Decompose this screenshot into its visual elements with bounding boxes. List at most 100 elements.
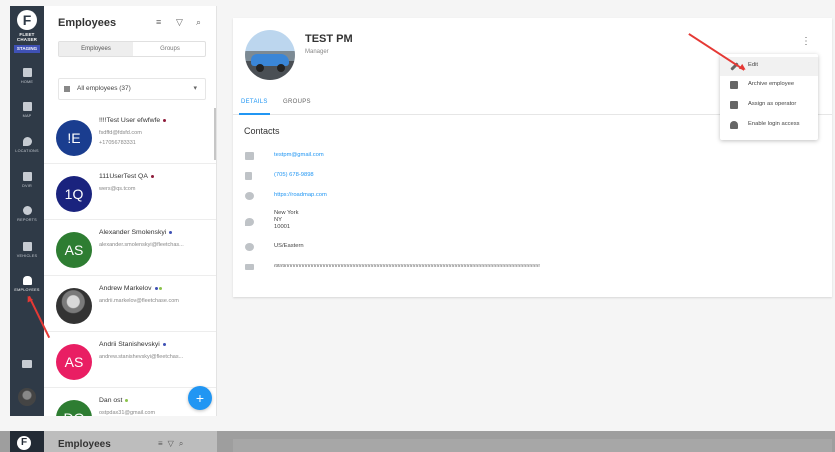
reports-icon — [22, 206, 32, 215]
menu-item-assign-operator[interactable]: Assign as operator — [720, 96, 818, 115]
group-dot — [169, 230, 173, 234]
phone-icon — [245, 172, 252, 180]
menu-item-archive-label: Archive employee — [748, 81, 795, 87]
contact-state: NY — [274, 217, 283, 223]
contact-notes: rtrtrrtrrrrrrrrrrrrrrrrrrrrrrrrrrrrrrrrr… — [274, 263, 540, 268]
avatar — [56, 288, 92, 324]
logo: F FLEET CHASER STAGING — [10, 10, 44, 53]
employee-name-title: TEST PM — [305, 33, 353, 45]
nav-vehicles-label: VEHICLES — [16, 254, 38, 258]
fleetchaser-logo-icon: F — [17, 436, 31, 450]
employee-name-row: Dan ost — [99, 397, 129, 404]
employee-email: andrii.markelov@fleetchase.com — [99, 298, 179, 304]
filter-value: All employees (37) — [77, 85, 131, 92]
nav-locations[interactable]: LOCATIONS — [10, 137, 44, 153]
email-icon — [245, 152, 254, 160]
employees-groups-toggle: Employees Groups — [58, 41, 206, 57]
nav-map[interactable]: MAP — [10, 102, 44, 118]
list-scrollbar[interactable] — [214, 108, 216, 160]
contact-phone[interactable]: (705) 678-9898 — [274, 172, 314, 178]
filter-icon[interactable]: ▽ — [176, 17, 183, 28]
clipboard-icon — [22, 172, 32, 181]
tab-details[interactable]: DETAILS — [239, 99, 270, 115]
search-icon[interactable]: ⌕ — [196, 17, 201, 28]
menu-item-edit[interactable]: Edit — [720, 57, 818, 76]
map-icon — [22, 102, 32, 111]
employee-name: Dan ost — [99, 397, 123, 404]
employee-name: !!!!Test User efwfwfe — [99, 117, 161, 124]
employee-row[interactable]: Andrew Markelov andrii.markelov@fleetcha… — [44, 276, 216, 332]
segment-groups[interactable]: Groups — [133, 42, 207, 56]
avatar: !E — [56, 120, 92, 156]
employee-email: andrew.stanishevskyi@fleetchas... — [99, 354, 184, 360]
menu-item-enable-login[interactable]: Enable login access — [720, 116, 818, 135]
nav-reports[interactable]: REPORTS — [10, 206, 44, 222]
menu-item-archive[interactable]: Archive employee — [720, 76, 818, 95]
location-icon — [245, 218, 254, 226]
nav-dvir-label: DVIR — [22, 184, 32, 188]
menu-item-assign-operator-label: Assign as operator — [748, 101, 797, 107]
fleetchaser-logo-icon: F — [17, 10, 37, 30]
user-avatar[interactable] — [18, 388, 36, 406]
wheel — [256, 64, 264, 72]
employee-name: Andrew Markelov — [99, 285, 152, 292]
nav-dvir[interactable]: DVIR — [10, 172, 44, 188]
archive-icon — [730, 81, 738, 89]
more-vert-icon[interactable]: ⋮ — [801, 35, 811, 49]
truck-icon — [22, 242, 32, 251]
vehicle-icon — [730, 101, 738, 109]
employee-actions-menu: Edit Archive employee Assign as operator… — [720, 54, 818, 140]
employee-name-row: Andrew Markelov — [99, 285, 162, 292]
employee-phone: +17056783331 — [99, 140, 136, 146]
nav-employees[interactable]: EMPLOYEES — [10, 276, 44, 292]
person-key-icon — [730, 121, 738, 129]
second-window-tools-icon: ≡▽⌕ — [158, 439, 189, 448]
group-dot — [163, 118, 167, 122]
tab-groups[interactable]: GROUPS — [283, 99, 311, 105]
employee-row[interactable]: !E !!!!Test User efwfwfe fsdffd@fdsfd.co… — [44, 108, 216, 164]
avatar: AS — [56, 344, 92, 380]
contact-website[interactable]: https://roadmap.com — [274, 192, 327, 198]
group-dot — [125, 398, 129, 402]
employee-row[interactable]: AS Alexander Smolenskyi alexander.smolen… — [44, 220, 216, 276]
group-dot — [162, 342, 166, 346]
segment-employees[interactable]: Employees — [59, 42, 133, 56]
add-employee-button[interactable]: + — [188, 386, 212, 410]
nav-home-label: HOME — [20, 80, 34, 84]
second-window-list: Employees ≡▽⌕ — [44, 431, 217, 452]
nav-reports-label: REPORTS — [17, 218, 37, 222]
notes-icon — [245, 264, 254, 270]
nav-vehicles[interactable]: VEHICLES — [10, 242, 44, 258]
chat-icon[interactable] — [22, 360, 32, 368]
contact-zip: 10001 — [274, 224, 291, 230]
employee-email: alexander.smolenskyi@fleetchas... — [99, 242, 184, 248]
employee-name: 111UserTest QA — [99, 173, 148, 180]
contact-city: New York — [274, 210, 299, 216]
avatar: 1Q — [56, 176, 92, 212]
sort-icon[interactable]: ≡ — [156, 17, 161, 27]
employee-photo — [245, 30, 295, 80]
menu-item-edit-label: Edit — [748, 62, 758, 68]
nav-rail: F FLEET CHASER STAGING HOME MAP LOCATION… — [10, 6, 44, 416]
contacts-heading: Contacts — [244, 126, 280, 136]
globe-icon — [245, 192, 254, 200]
clock-icon — [245, 243, 254, 251]
nav-employees-label: EMPLOYEES — [14, 288, 40, 292]
avatar: DO — [56, 400, 92, 416]
contact-email[interactable]: testpm@gmail.com — [274, 152, 324, 158]
employee-row[interactable]: AS Andrii Stanishevskyi andrew.stanishev… — [44, 332, 216, 388]
employee-filter-select[interactable]: All employees (37) ▾ — [58, 78, 206, 100]
second-window-card — [233, 439, 832, 452]
nav-home[interactable]: HOME — [10, 68, 44, 84]
chevron-down-icon: ▾ — [193, 85, 197, 92]
list-toolbar: ≡ ▽ ⌕ — [156, 17, 212, 29]
nav-map-label: MAP — [22, 114, 32, 118]
employee-email: ostpdax31@gmail.com — [99, 410, 156, 416]
employee-row[interactable]: 1Q 111UserTest QA wers@qs.tcom — [44, 164, 216, 220]
filter-list-icon — [64, 86, 70, 92]
app-frame: F FLEET CHASER STAGING HOME MAP LOCATION… — [0, 0, 835, 452]
employee-role: Manager — [305, 49, 329, 55]
people-icon — [22, 276, 32, 285]
contact-timezone: US/Eastern — [274, 243, 304, 249]
staging-badge: STAGING — [14, 45, 40, 53]
